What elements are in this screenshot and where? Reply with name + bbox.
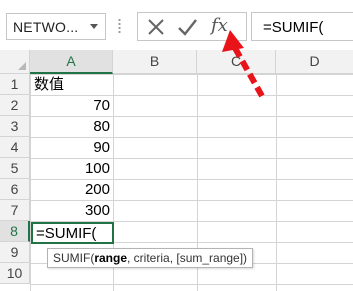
column-header-b[interactable]: B (113, 50, 197, 73)
formula-text: =SUMIF( (263, 19, 324, 36)
gridline (276, 74, 277, 291)
cell-a4[interactable]: 90 (31, 137, 113, 158)
cell-a5[interactable]: 100 (31, 158, 113, 179)
function-arguments-tooltip: SUMIF(range, criteria, [sum_range]) (47, 248, 254, 268)
cell-a7[interactable]: 300 (31, 200, 113, 221)
row-header-4[interactable]: 4 (0, 137, 30, 158)
chevron-down-icon[interactable] (90, 24, 98, 29)
select-all-icon (18, 62, 26, 70)
row-header-2[interactable]: 2 (0, 95, 30, 116)
formula-bar-grip-icon[interactable] (118, 18, 121, 35)
annotation-arrow-icon (222, 30, 265, 98)
cell-a6[interactable]: 200 (31, 179, 113, 200)
row-header-8[interactable]: 8 (0, 221, 30, 242)
cancel-button[interactable] (145, 16, 167, 38)
row-header-7[interactable]: 7 (0, 200, 30, 221)
tooltip-function-link[interactable]: SUMIF( (53, 251, 94, 265)
name-box[interactable]: NETWO... (6, 13, 106, 40)
cell-a2[interactable]: 70 (31, 95, 113, 116)
column-header-d[interactable]: D (276, 50, 353, 73)
tooltip-other-args: , criteria, [sum_range]) (127, 251, 248, 265)
cell-a8-text: =SUMIF( (36, 225, 97, 242)
formula-bar: NETWO... fx =SUMIF( (0, 0, 353, 48)
close-icon (148, 19, 164, 35)
active-cell-a8[interactable]: =SUMIF( (31, 222, 114, 244)
row-header-1[interactable]: 1 (0, 74, 30, 95)
row-header-6[interactable]: 6 (0, 179, 30, 200)
cell-a3[interactable]: 80 (31, 116, 113, 137)
row-header-5[interactable]: 5 (0, 158, 30, 179)
column-header-a[interactable]: A (30, 50, 113, 74)
name-box-value: NETWO... (13, 19, 79, 35)
cell-a1[interactable]: 数值 (31, 74, 113, 95)
column-header-row: A B C D (0, 50, 353, 74)
tooltip-current-arg[interactable]: range (94, 251, 127, 265)
select-all-button[interactable] (0, 50, 30, 73)
row-header-3[interactable]: 3 (0, 116, 30, 137)
row-header-10[interactable]: 10 (0, 263, 30, 284)
row-header-9[interactable]: 9 (0, 242, 30, 263)
enter-button[interactable] (176, 16, 198, 38)
checkmark-icon (178, 19, 197, 36)
